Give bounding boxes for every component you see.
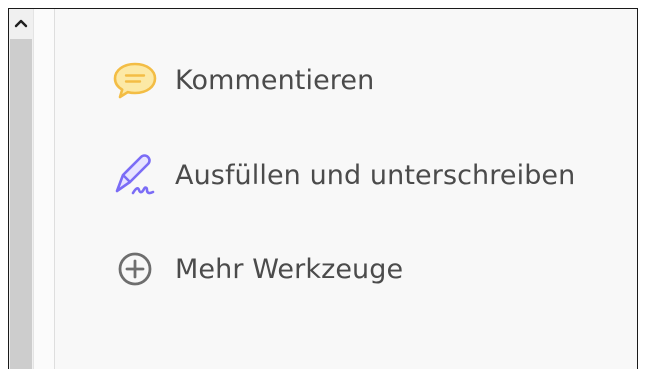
- tool-comment-label: Kommentieren: [175, 64, 375, 96]
- fill-sign-icon: [109, 149, 161, 201]
- comment-icon: [109, 54, 161, 106]
- vertical-scrollbar[interactable]: [9, 9, 33, 369]
- scroll-up-button[interactable]: [9, 9, 33, 37]
- add-circle-icon: [109, 243, 161, 295]
- tools-list: Kommentieren Ausfüllen und unterschreibe…: [55, 9, 637, 369]
- panel-divider: [33, 9, 55, 369]
- chevron-up-icon: [14, 19, 28, 28]
- tool-comment[interactable]: Kommentieren: [109, 54, 374, 106]
- tool-more-tools-label: Mehr Werkzeuge: [175, 253, 404, 285]
- tool-more-tools[interactable]: Mehr Werkzeuge: [109, 243, 403, 295]
- scroll-thumb[interactable]: [10, 39, 32, 369]
- tool-fill-sign-label: Ausfüllen und unterschreiben: [175, 159, 576, 191]
- tool-fill-sign[interactable]: Ausfüllen und unterschreiben: [109, 149, 575, 201]
- tools-panel-window: Kommentieren Ausfüllen und unterschreibe…: [8, 8, 638, 369]
